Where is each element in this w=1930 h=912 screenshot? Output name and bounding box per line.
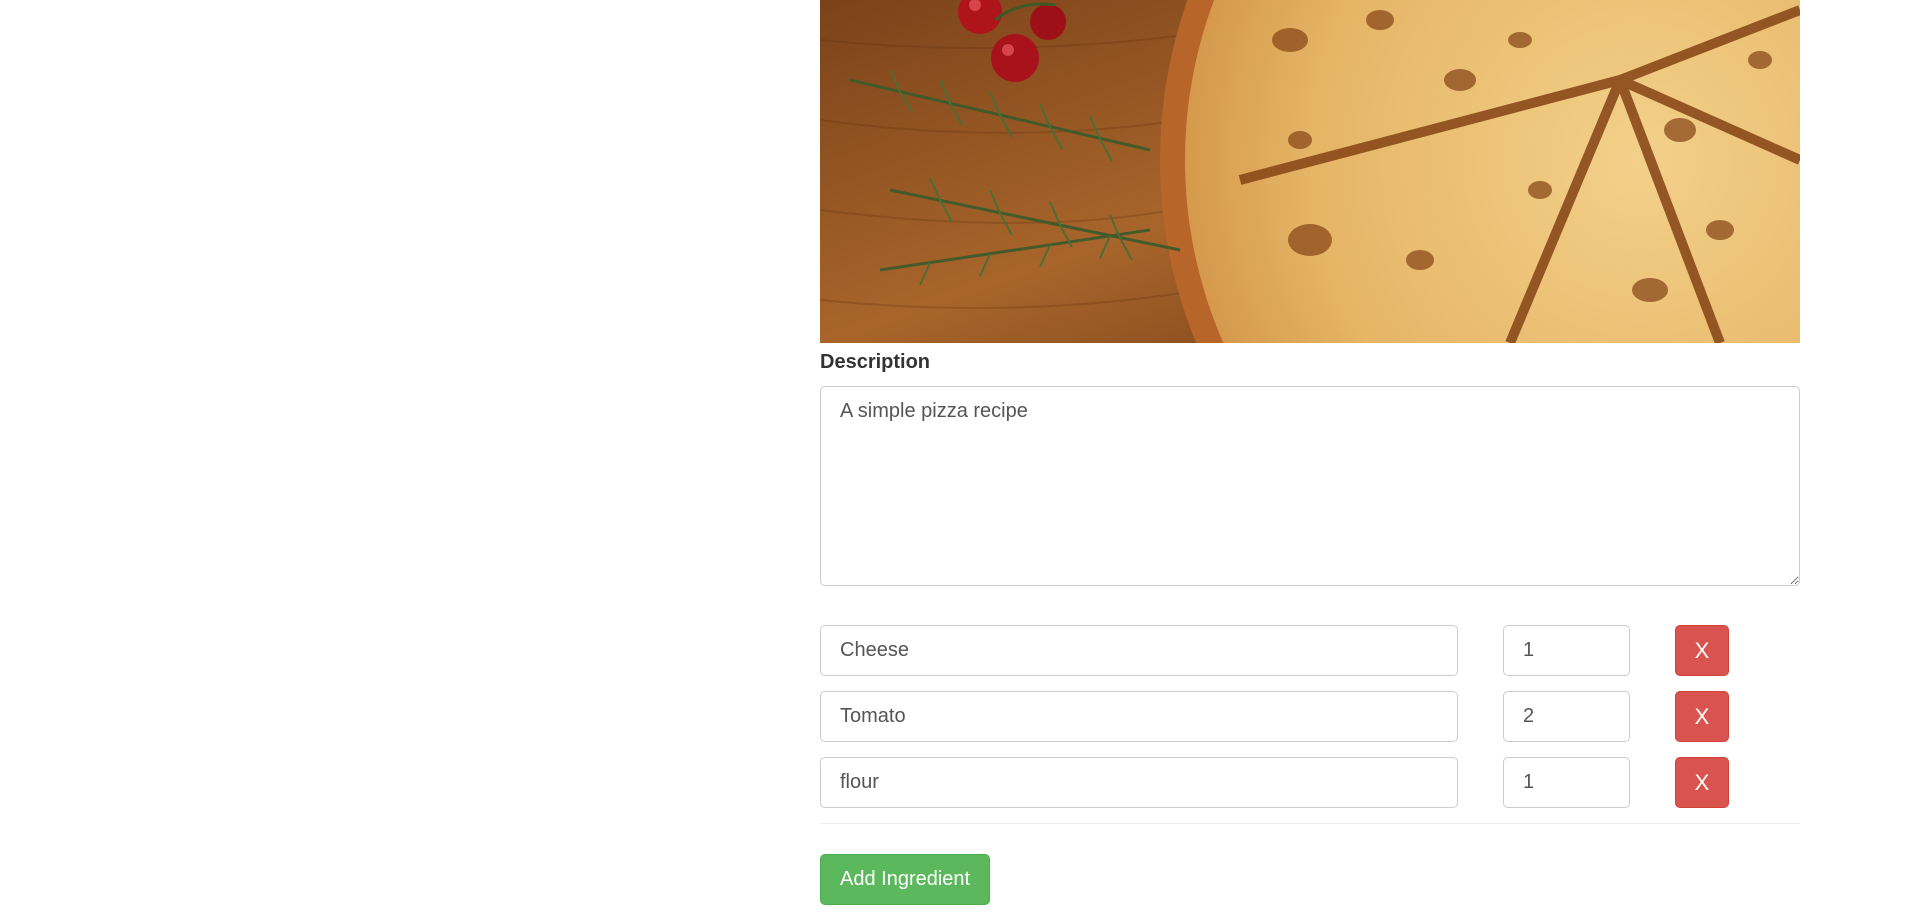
ingredient-row: X	[820, 757, 1800, 808]
section-divider	[820, 823, 1800, 824]
ingredients-list: X X X	[820, 625, 1800, 808]
ingredient-name-input[interactable]	[820, 625, 1458, 676]
description-textarea[interactable]: A simple pizza recipe	[820, 386, 1800, 586]
ingredient-quantity-input[interactable]	[1503, 757, 1630, 808]
add-ingredient-button[interactable]: Add Ingredient	[820, 854, 991, 905]
ingredient-quantity-input[interactable]	[1503, 625, 1630, 676]
ingredient-row: X	[820, 625, 1800, 676]
ingredient-name-input[interactable]	[820, 757, 1458, 808]
description-label: Description	[820, 351, 931, 373]
recipe-image	[820, 0, 1800, 343]
recipe-form: Description A simple pizza recipe X X X …	[820, 0, 1800, 905]
remove-ingredient-button[interactable]: X	[1675, 757, 1729, 808]
remove-ingredient-button[interactable]: X	[1675, 625, 1729, 676]
ingredient-row: X	[820, 691, 1800, 742]
remove-ingredient-button[interactable]: X	[1675, 691, 1729, 742]
ingredient-name-input[interactable]	[820, 691, 1458, 742]
ingredient-quantity-input[interactable]	[1503, 691, 1630, 742]
